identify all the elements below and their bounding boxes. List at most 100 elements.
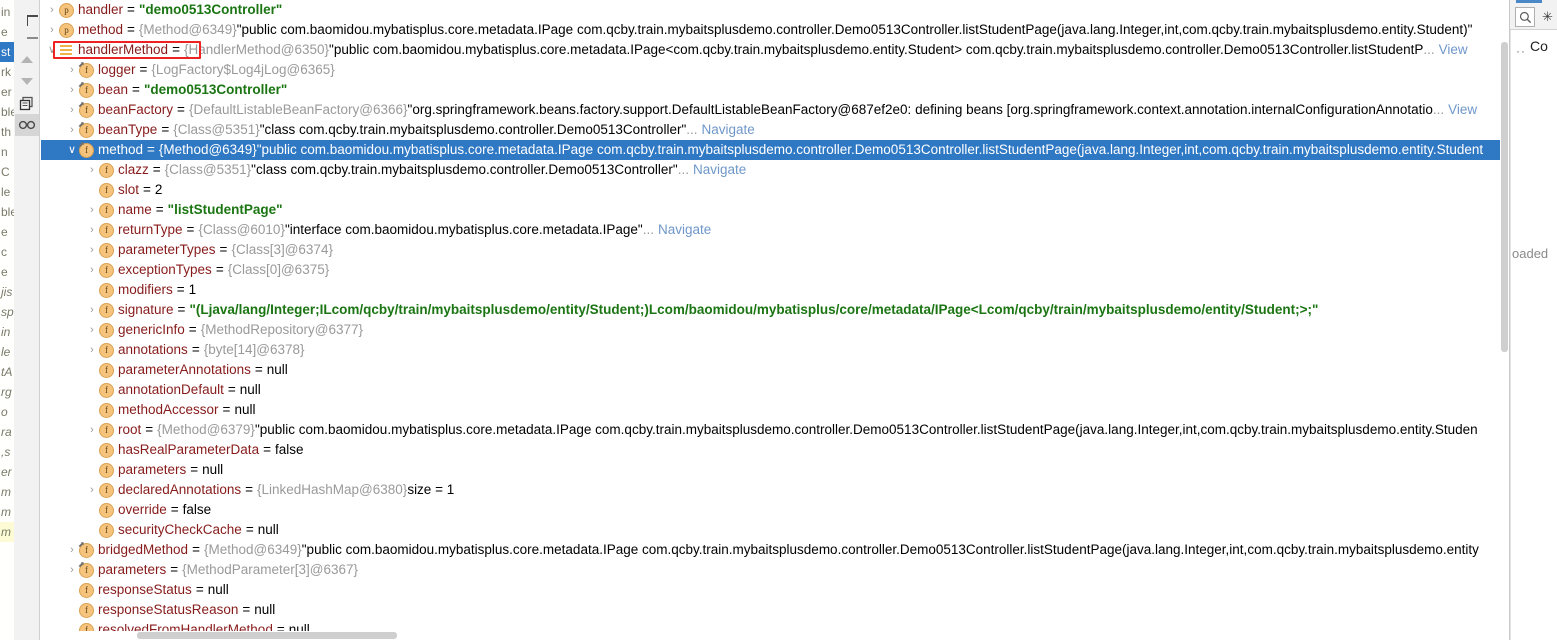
copy-value-button[interactable] (15, 92, 39, 114)
asterisk-icon[interactable]: ✳ (1542, 9, 1553, 25)
variable-row[interactable]: ·fslot=2 (41, 180, 1509, 200)
debugger-variables-popup: in e st rk er ble th n Cle ble e c e jis sp in le tA rg o ra… (0, 0, 1557, 640)
variable-name: method (98, 142, 144, 157)
variable-row[interactable]: ·f methodAccessor=null (41, 400, 1509, 420)
chevron-right-icon[interactable]: › (85, 240, 99, 260)
variable-row[interactable]: › f signature = "(Ljava/lang/Integer;ILcom/q… (41, 300, 1509, 320)
value-reference: {Method@6349} (158, 142, 257, 157)
variable-row[interactable]: ∨ f ⬈ method = {Method@6349} "public com.baom… (41, 140, 1509, 160)
chevron-placeholder: · (85, 500, 99, 520)
variable-row[interactable]: › f name = "listStudentPage" (41, 200, 1509, 220)
field-badge-icon: f (99, 402, 114, 418)
variable-row[interactable]: › f genericInfo = {MethodRepository@6377} (41, 320, 1509, 340)
editor-peek-line: ,s (1, 445, 11, 459)
variable-row[interactable]: ·f parameters=null (41, 460, 1509, 480)
chevron-right-icon[interactable]: › (45, 0, 59, 20)
horizontal-scrollbar-thumb[interactable] (137, 632, 397, 639)
variable-row[interactable]: ·f responseStatusReason=null (41, 600, 1509, 620)
chevron-right-icon[interactable]: › (65, 60, 79, 80)
value-link[interactable]: Navigate (654, 220, 711, 240)
equals-sign: = (139, 62, 148, 77)
chevron-right-icon[interactable]: › (85, 300, 99, 320)
variable-row[interactable]: › f returnType = {Class@6010} "interface com… (41, 220, 1509, 240)
value-link[interactable]: View (1444, 100, 1477, 120)
editor-peek-line: jis (1, 285, 13, 299)
equals-sign: = (177, 102, 185, 117)
horizontal-scrollbar[interactable] (41, 631, 1509, 640)
variable-row[interactable]: › f ⬈ beanFactory = {DefaultListableBeanFacto… (41, 100, 1509, 120)
chevron-right-icon[interactable]: › (65, 540, 79, 560)
chevron-right-icon[interactable]: › (65, 80, 79, 100)
move-down-button[interactable] (15, 70, 39, 92)
variable-row[interactable]: › f clazz = {Class@5351} "class com.qcby.tra… (41, 160, 1509, 180)
value-text: null (254, 602, 276, 617)
equals-sign: = (195, 582, 204, 597)
variable-row[interactable]: › f parameterTypes = {Class[3]@6374} (41, 240, 1509, 260)
field-badge-icon: f (99, 502, 114, 518)
variable-row[interactable]: › f ⬈ bridgedMethod = {Method@6349} "public c… (41, 540, 1509, 560)
value-link[interactable]: Navigate (689, 160, 746, 180)
chevron-right-icon[interactable]: › (45, 20, 59, 40)
arrow-down-icon (20, 77, 33, 85)
chevron-placeholder: · (85, 360, 99, 380)
variable-row[interactable]: › f root = {Method@6379} "public com.baomido… (41, 420, 1509, 440)
variable-row[interactable]: › f ⬈ bean = "demo0513Controller" (41, 80, 1509, 100)
vertical-scrollbar[interactable] (1500, 0, 1509, 632)
value-text: 2 (154, 182, 163, 197)
variable-row[interactable]: › f ⬈ logger = {LogFactory$Log4jLog@6365} (41, 60, 1509, 80)
chevron-right-icon[interactable]: › (85, 320, 99, 340)
variable-row[interactable]: › p handler = "demo0513Controller" (41, 0, 1509, 20)
arrow-up-icon (20, 55, 33, 63)
right-tool-strip: ✳ ·· Co oaded (1510, 0, 1557, 640)
vertical-scrollbar-thumb[interactable] (1501, 42, 1508, 352)
chevron-right-icon[interactable]: › (85, 480, 99, 500)
chevron-right-icon[interactable]: › (65, 120, 79, 140)
move-up-button[interactable] (15, 48, 39, 70)
variable-row[interactable]: › f annotations = {byte[14]@6378} (41, 340, 1509, 360)
variable-row[interactable]: ·f securityCheckCache=null (41, 520, 1509, 540)
variables-tree[interactable]: › p handler = "demo0513Controller" › p method ={… (41, 0, 1509, 632)
variable-row[interactable]: ·f hasRealParameterData=false (41, 440, 1509, 460)
variable-name: parameters (118, 462, 187, 477)
value-text: "class com.qcby.train.mybaitsplusdemo.co… (251, 162, 678, 177)
value-link[interactable]: Navigate (698, 120, 755, 140)
value-link[interactable]: View (1435, 40, 1468, 60)
variable-row[interactable]: ∨ handlerMethod = {HandlerMethod@6350} "pub… (41, 40, 1509, 60)
add-watch-button[interactable] (15, 4, 39, 26)
equals-sign: = (147, 142, 155, 157)
value-string: "(Ljava/lang/Integer;ILcom/qcby/train/my… (189, 302, 1319, 317)
value-string: "listStudentPage" (167, 202, 283, 217)
variable-row[interactable]: › f ⬈ beanType = {Class@5351} "class com.qcby… (41, 120, 1509, 140)
chevron-down-icon[interactable]: ∨ (65, 140, 79, 160)
chevron-right-icon[interactable]: › (85, 160, 99, 180)
equals-sign: = (170, 502, 179, 517)
variable-row[interactable]: ·f modifiers=1 (41, 280, 1509, 300)
active-tab-indicator (1516, 0, 1542, 3)
variable-row[interactable]: ·f parameterAnnotations=null (41, 360, 1509, 380)
variable-row[interactable]: ·f responseStatus=null (41, 580, 1509, 600)
remove-watch-button[interactable] (15, 26, 39, 48)
chevron-right-icon[interactable]: › (65, 100, 79, 120)
variable-row[interactable]: › p method = {Method@6349} "public com.baomi… (41, 20, 1509, 40)
variable-row[interactable]: ·f annotationDefault=null (41, 380, 1509, 400)
variable-row[interactable]: › f declaredAnnotations = {LinkedHashMap@638… (41, 480, 1509, 500)
variable-row[interactable]: ·f override=false (41, 500, 1509, 520)
watches-toggle-button[interactable] (14, 114, 39, 136)
chevron-placeholder: · (85, 520, 99, 540)
search-button[interactable] (1515, 7, 1535, 27)
chevron-right-icon[interactable]: › (85, 260, 99, 280)
variable-name: handlerMethod (78, 42, 169, 57)
chevron-down-icon[interactable]: ∨ (45, 40, 59, 60)
chevron-right-icon[interactable]: › (85, 340, 99, 360)
editor-peek-line: ble (1, 105, 14, 119)
chevron-placeholder: · (85, 380, 99, 400)
chevron-right-icon[interactable]: › (85, 220, 99, 240)
variable-row[interactable]: › f ⬈ parameters = {MethodParameter[3]@6367} (41, 560, 1509, 580)
variable-row[interactable]: › f exceptionTypes = {Class[0]@6375} (41, 260, 1509, 280)
overflow-dots[interactable]: ·· (1516, 44, 1526, 58)
editor-peek-line: ble (1, 205, 14, 219)
chevron-right-icon[interactable]: › (85, 200, 99, 220)
chevron-right-icon[interactable]: › (85, 420, 99, 440)
value-reference: ... (686, 122, 698, 137)
chevron-right-icon[interactable]: › (65, 560, 79, 580)
